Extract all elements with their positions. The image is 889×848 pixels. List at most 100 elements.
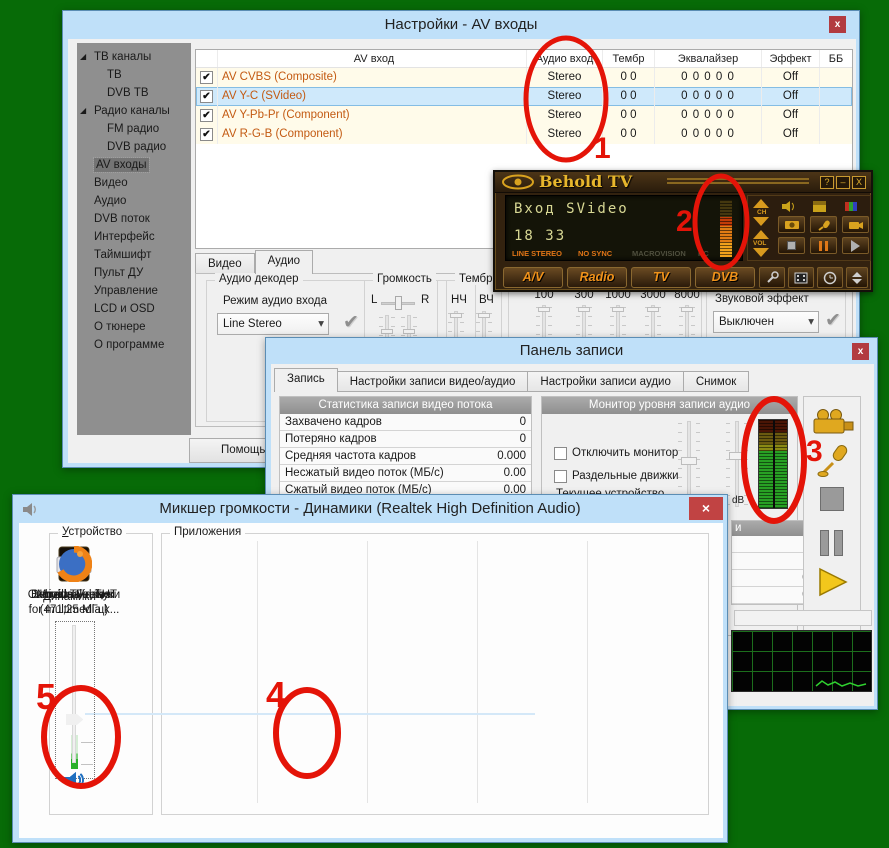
tembr-value: 0 0 [603, 125, 655, 144]
sidebar-tree-item[interactable]: О программе [77, 336, 191, 354]
scheduler-clock-button[interactable] [817, 267, 843, 288]
group-label: Аудио декодер [215, 273, 303, 285]
minimize-button[interactable]: – [836, 176, 850, 189]
sidebar-tree-item[interactable]: Пульт ДУ [77, 264, 191, 282]
sidebar-tree-item[interactable]: ТВ каналы [77, 48, 191, 66]
close-button[interactable]: × [689, 497, 723, 520]
row-checkbox-cell[interactable]: ✔ [196, 125, 218, 144]
disable-monitor-checkbox[interactable] [554, 447, 567, 460]
sidebar-tree-item[interactable]: DVB радио [77, 138, 191, 156]
firefox-app-icon[interactable] [19, 545, 129, 583]
balance-left-label: L [371, 294, 377, 306]
record-video-camcorder-icon[interactable] [811, 408, 855, 436]
collapse-arrows-button[interactable] [846, 267, 868, 288]
record-titlebar[interactable]: Панель записи [266, 338, 877, 364]
behold-titlebar[interactable]: Behold TV ? – X [495, 172, 871, 193]
header-audio-input[interactable]: Аудио вход [527, 50, 603, 67]
db-label: dB [732, 495, 744, 506]
mute-speaker-button[interactable] [19, 771, 129, 791]
sidebar-tree-item[interactable]: LCD и OSD [77, 300, 191, 318]
sidebar-tree-item[interactable]: Аудио [77, 192, 191, 210]
play-button[interactable] [817, 567, 849, 597]
behold-mode-button[interactable]: A/V [503, 267, 563, 288]
help-window-button[interactable]: ? [820, 176, 834, 189]
pause-button[interactable] [810, 237, 837, 254]
close-button[interactable]: x [829, 16, 846, 33]
separate-sliders-checkbox[interactable] [554, 470, 567, 483]
tab[interactable]: Запись [274, 368, 338, 392]
av-input-table-row[interactable]: ✔ AV Y-Pb-Pr (Component) Stereo 0 0 0 0 … [196, 106, 852, 125]
balance-slider-thumb[interactable] [395, 296, 402, 310]
settings-titlebar[interactable]: Настройки - AV входы [63, 11, 859, 39]
chevron-down-icon[interactable] [318, 314, 324, 334]
sidebar-tree-item[interactable]: AV входы [77, 156, 191, 174]
checkbox-checked-icon[interactable]: ✔ [200, 90, 213, 103]
tab[interactable]: Настройки записи аудио [528, 371, 683, 392]
sidebar-tree-item[interactable]: ТВ [77, 66, 191, 84]
stop-record-button[interactable] [820, 487, 844, 511]
clapperboard-icon[interactable] [812, 200, 828, 213]
close-button[interactable]: X [852, 176, 866, 189]
av-input-table-row[interactable]: ✔ AV Y-C (SVideo) Stereo 0 0 0 0 0 0 0 O… [196, 87, 852, 106]
column-label[interactable]: Mozilla Firefox [19, 589, 129, 601]
header-effect[interactable]: Эффект [762, 50, 820, 67]
sidebar-tree-item[interactable]: FM радио [77, 120, 191, 138]
snapshot-camera-button[interactable] [778, 216, 805, 233]
tab[interactable]: Снимок [684, 371, 749, 392]
behold-mode-button[interactable]: DVB [695, 267, 755, 288]
row-checkbox-cell[interactable]: ✔ [196, 106, 218, 125]
audio-mode-combobox[interactable]: Line Stereo [217, 313, 329, 335]
apply-check-icon[interactable]: ✔ [343, 311, 359, 334]
settings-wrench-button[interactable] [759, 267, 785, 288]
sidebar-tree-item[interactable]: Интерфейс [77, 228, 191, 246]
color-bars-icon[interactable] [844, 200, 860, 213]
apply-check-icon[interactable]: ✔ [825, 309, 841, 332]
volume-down-button[interactable] [753, 248, 769, 257]
sound-effect-combobox[interactable]: Выключен [713, 311, 819, 333]
microphone-button[interactable] [810, 216, 837, 233]
sidebar-tree-item[interactable]: О тюнере [77, 318, 191, 336]
mixer-column-firefox: Mozilla Firefox [19, 537, 129, 811]
behold-mode-button[interactable]: TV [631, 267, 691, 288]
sidebar-tree-item[interactable]: Видео [77, 174, 191, 192]
tree-expander-icon[interactable] [80, 48, 86, 66]
behold-mode-label: DVB [712, 270, 738, 284]
chevron-down-icon[interactable] [808, 312, 814, 332]
checkbox-checked-icon[interactable]: ✔ [200, 71, 213, 84]
checkbox-checked-icon[interactable]: ✔ [200, 128, 213, 141]
record-audio-microphone-icon[interactable] [817, 443, 849, 479]
header-av-input[interactable]: AV вход [218, 50, 527, 67]
header-tembr[interactable]: Тембр [603, 50, 655, 67]
volume-slider-thumb[interactable] [66, 714, 83, 725]
mixer-titlebar[interactable]: Микшер громкости - Динамики (Realtek Hig… [13, 495, 727, 523]
row-checkbox-cell[interactable]: ✔ [196, 87, 218, 106]
tab[interactable]: Настройки записи видео/аудио [338, 371, 529, 392]
stop-button[interactable] [778, 237, 805, 254]
pause-record-button[interactable] [820, 530, 846, 556]
checkbox-checked-icon[interactable]: ✔ [200, 109, 213, 122]
close-button[interactable]: x [852, 343, 869, 360]
sidebar-tree-item[interactable]: Таймшифт [77, 246, 191, 264]
header-bb[interactable]: ББ [820, 50, 852, 67]
tab-audio[interactable]: Аудио [255, 250, 313, 274]
camcorder-button[interactable] [842, 216, 869, 233]
sidebar-tree-item[interactable]: Радио каналы [77, 102, 191, 120]
play-button[interactable] [842, 237, 869, 254]
volume-up-button[interactable] [753, 230, 769, 239]
tree-expander-icon[interactable] [80, 102, 86, 120]
channel-up-button[interactable] [753, 199, 769, 208]
av-input-table-row[interactable]: ✔ AV CVBS (Composite) Stereo 0 0 0 0 0 0… [196, 68, 852, 87]
mute-speaker-icon[interactable] [781, 200, 797, 213]
row-checkbox-cell[interactable]: ✔ [196, 68, 218, 87]
channel-down-button[interactable] [753, 217, 769, 226]
av-input-table-row[interactable]: ✔ AV R-G-B (Component) Stereo 0 0 0 0 0 … [196, 125, 852, 144]
tab-video[interactable]: Видео [195, 253, 255, 274]
sidebar-tree-item[interactable]: DVB поток [77, 210, 191, 228]
behold-mode-button[interactable]: Radio [567, 267, 627, 288]
sidebar-tree-item[interactable]: DVB ТВ [77, 84, 191, 102]
header-equalizer[interactable]: Эквалайзер [655, 50, 762, 67]
sidebar-tree-item[interactable]: Управление [77, 282, 191, 300]
stat-value: 0.00 [504, 465, 526, 481]
volume-slider-track[interactable] [72, 625, 76, 763]
recorder-film-button[interactable] [788, 267, 814, 288]
